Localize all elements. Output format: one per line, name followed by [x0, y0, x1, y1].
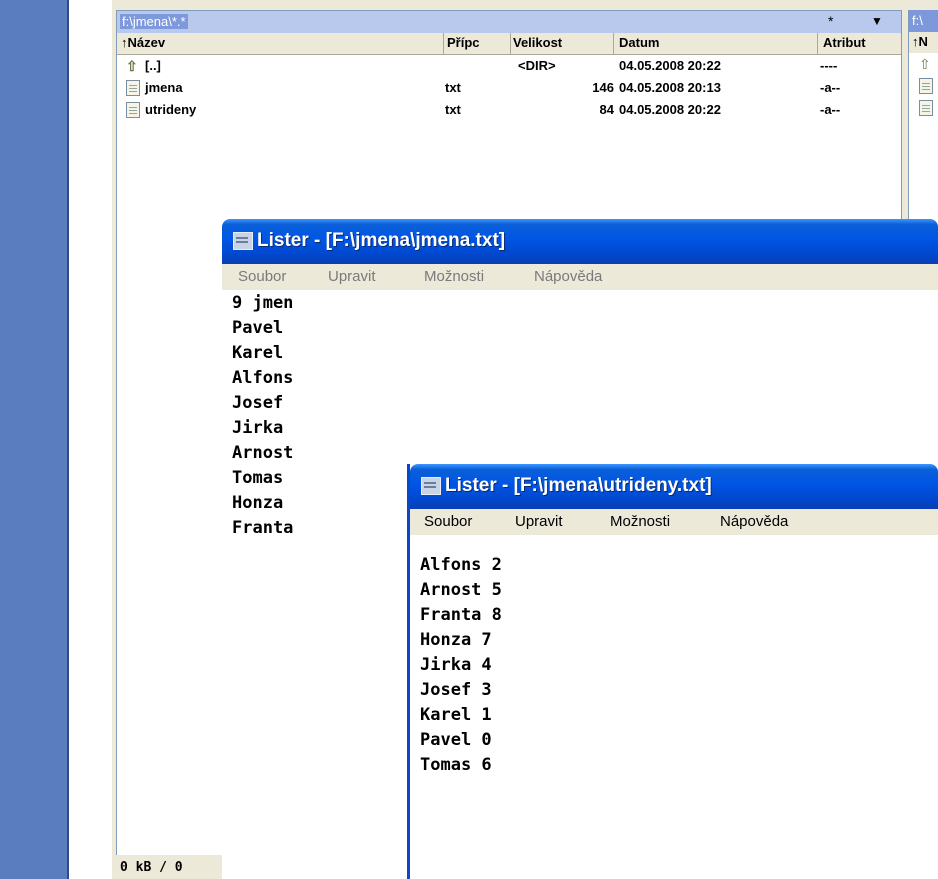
file-size: 84 — [599, 102, 614, 117]
text-file-icon — [919, 100, 933, 116]
column-header: ↑Název Přípc Velikost Datum Atribut — [117, 33, 901, 55]
lister-text-area[interactable]: Alfons 2 Arnost 5 Franta 8 Honza 7 Jirka… — [410, 535, 938, 879]
text-line: Pavel 0 — [420, 730, 492, 750]
status-text: 0 kB / 0 — [120, 860, 183, 875]
text-line: Jirka — [232, 418, 284, 438]
column-size[interactable]: Velikost — [513, 35, 562, 50]
text-line: Franta 8 — [420, 605, 502, 625]
window-title: Lister - [F:\jmena\jmena.txt] — [257, 230, 506, 251]
text-line: Pavel — [232, 318, 284, 338]
desktop-edge — [67, 0, 69, 879]
lister-app-icon[interactable] — [233, 232, 253, 250]
text-file-icon — [126, 80, 140, 96]
column-name[interactable]: ↑Název — [121, 35, 165, 50]
file-date: 04.05.2008 20:22 — [619, 58, 721, 73]
filter-star-icon[interactable]: * — [828, 13, 833, 29]
menu-upravit[interactable]: Upravit — [515, 513, 563, 530]
path-label[interactable]: f:\jmena\*.* — [120, 14, 188, 29]
file-date: 04.05.2008 20:13 — [619, 80, 721, 95]
menu-napoveda[interactable]: Nápověda — [534, 268, 602, 285]
text-line: Karel — [232, 343, 284, 363]
lister-titlebar[interactable]: Lister - [F:\jmena\jmena.txt] — [222, 219, 938, 264]
column-extension[interactable]: Přípc — [447, 35, 480, 50]
file-row-jmena[interactable]: jmena txt 146 04.05.2008 20:13 -a-- — [117, 77, 901, 99]
text-line: Jirka 4 — [420, 655, 492, 675]
up-folder-icon: ⇧ — [919, 56, 931, 72]
menu-moznosti[interactable]: Možnosti — [610, 513, 670, 530]
file-name: utrideny — [145, 102, 197, 117]
text-line: Arnost — [232, 443, 294, 463]
text-line: Tomas 6 — [420, 755, 492, 775]
file-list: ⇧ [..] <DIR> 04.05.2008 20:22 ---- jmena… — [117, 55, 901, 121]
right-path-label: f:\ — [912, 13, 923, 28]
column-divider[interactable] — [443, 33, 444, 54]
file-attributes: -a-- — [820, 102, 841, 117]
lister-titlebar[interactable]: Lister - [F:\jmena\utrideny.txt] — [410, 464, 938, 509]
column-attributes[interactable]: Atribut — [823, 35, 866, 50]
path-bar: f:\jmena\*.* * ▼ — [117, 11, 901, 33]
menu-soubor[interactable]: Soubor — [424, 513, 472, 530]
text-line: Tomas — [232, 468, 284, 488]
window-title: Lister - [F:\jmena\utrideny.txt] — [445, 475, 712, 496]
right-path-bar[interactable]: f:\ — [909, 10, 938, 32]
text-line: Honza — [232, 493, 284, 513]
file-date: 04.05.2008 20:22 — [619, 102, 721, 117]
menu-moznosti[interactable]: Možnosti — [424, 268, 484, 285]
column-divider[interactable] — [613, 33, 614, 54]
file-extension: txt — [445, 80, 461, 95]
text-line: Karel 1 — [420, 705, 492, 725]
column-divider[interactable] — [510, 33, 511, 54]
menu-napoveda[interactable]: Nápověda — [720, 513, 788, 530]
lister-app-icon[interactable] — [421, 477, 441, 495]
menu-bar: Soubor Upravit Možnosti Nápověda — [410, 509, 938, 535]
file-size: 146 — [592, 80, 614, 95]
file-attributes: ---- — [820, 58, 838, 73]
column-divider[interactable] — [817, 33, 818, 54]
panel-status-bar: 0 kB / 0 — [116, 855, 224, 879]
text-line: Honza 7 — [420, 630, 492, 650]
right-column-header[interactable]: ↑N — [909, 32, 938, 53]
text-file-icon — [919, 78, 933, 94]
file-extension: txt — [445, 102, 461, 117]
menu-bar: Soubor Upravit Možnosti Nápověda — [222, 264, 938, 290]
text-line: Josef 3 — [420, 680, 492, 700]
file-name: [..] — [145, 58, 161, 73]
text-line: 9 jmen — [232, 293, 294, 313]
column-date[interactable]: Datum — [619, 35, 659, 50]
text-line: Franta — [232, 518, 294, 538]
file-attributes: -a-- — [820, 80, 841, 95]
file-row-utrideny[interactable]: utrideny txt 84 04.05.2008 20:22 -a-- — [117, 99, 901, 121]
file-size: <DIR> — [518, 58, 556, 73]
file-row-parent[interactable]: ⇧ [..] <DIR> 04.05.2008 20:22 ---- — [117, 55, 901, 77]
lister-window-utrideny: Lister - [F:\jmena\utrideny.txt] Soubor … — [407, 464, 938, 879]
menu-upravit[interactable]: Upravit — [328, 268, 376, 285]
text-line: Josef — [232, 393, 284, 413]
text-line: Alfons 2 — [420, 555, 502, 575]
text-line: Arnost 5 — [420, 580, 502, 600]
right-column-name: ↑N — [912, 34, 928, 49]
up-folder-icon: ⇧ — [126, 58, 138, 74]
file-name: jmena — [145, 80, 183, 95]
text-line: Alfons — [232, 368, 294, 388]
menu-soubor[interactable]: Soubor — [238, 268, 286, 285]
history-dropdown-icon[interactable]: ▼ — [871, 14, 883, 28]
desktop-strip — [0, 0, 67, 879]
text-file-icon — [126, 102, 140, 118]
